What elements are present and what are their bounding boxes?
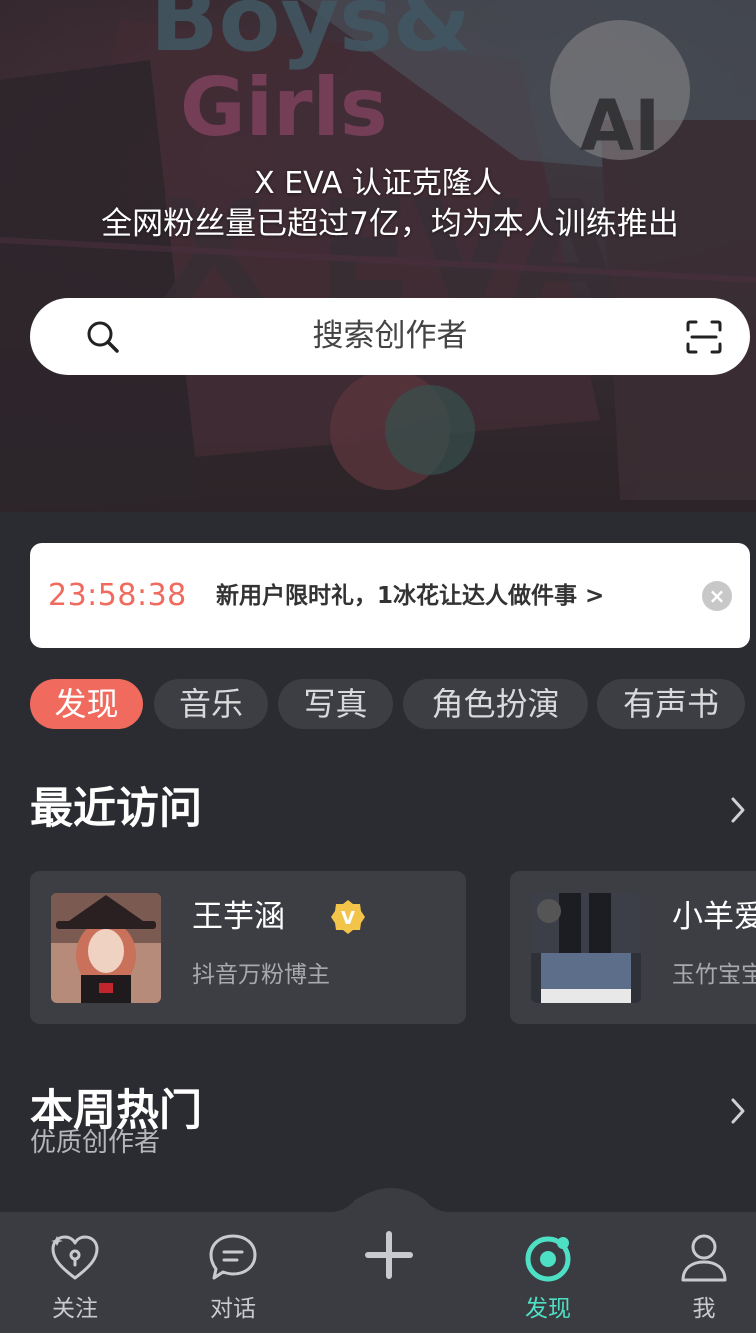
avatar (531, 893, 641, 1003)
user-icon (681, 1234, 727, 1282)
hero-subtitle: 全网粉丝量已超过7亿，均为本人训练推出 (101, 206, 679, 242)
nav-follow[interactable]: 关注 (25, 1232, 125, 1328)
countdown-timer: 23:58:38 (48, 578, 187, 613)
verified-badge-icon: V (331, 900, 365, 934)
nav-me[interactable]: 我 (654, 1232, 754, 1328)
category-tabs: 发现 音乐 写真 角色扮演 有声书 (30, 679, 756, 729)
tab-roleplay[interactable]: 角色扮演 (403, 679, 588, 729)
promo-banner[interactable]: 23:58:38 新用户限时礼，1冰花让达人做件事 > × (30, 543, 750, 648)
bottom-nav: 关注 对话 发现 我 (0, 1186, 756, 1333)
avatar (51, 893, 161, 1003)
discover-icon (525, 1236, 571, 1282)
promo-text[interactable]: 新用户限时礼，1冰花让达人做件事 > (216, 579, 604, 613)
scan-icon[interactable] (686, 320, 722, 354)
creator-name: 小羊爱 (672, 899, 756, 935)
chat-bubble-icon (209, 1234, 257, 1280)
chevron-right-icon[interactable] (728, 1096, 748, 1126)
tab-music[interactable]: 音乐 (154, 679, 268, 729)
recent-card[interactable]: 王芋涵 V 抖音万粉博主 (30, 871, 466, 1024)
hero-title: X EVA 认证克隆人 (254, 166, 502, 201)
hero-overlay (0, 0, 756, 512)
recent-section-title: 最近访问 (30, 784, 202, 834)
hero-banner[interactable]: Boys& Girls AI X EVA X EVA 认证克隆人 全网粉丝量已超… (0, 0, 756, 512)
search-bar[interactable]: 搜索创作者 (30, 298, 750, 375)
close-icon[interactable]: × (702, 581, 732, 611)
nav-label: 发现 (525, 1296, 571, 1322)
nav-label: 关注 (52, 1296, 98, 1322)
tab-photo[interactable]: 写真 (278, 679, 393, 729)
nav-discover[interactable]: 发现 (498, 1232, 598, 1328)
creator-desc: 抖音万粉博主 (192, 962, 330, 988)
nav-label: 对话 (210, 1296, 256, 1322)
nav-label: 我 (692, 1296, 716, 1322)
chevron-right-icon[interactable] (728, 795, 748, 825)
search-input[interactable]: 搜索创作者 (30, 316, 750, 356)
tab-discover[interactable]: 发现 (30, 679, 143, 729)
tab-audiobook[interactable]: 有声书 (597, 679, 745, 729)
heart-lock-icon (51, 1235, 99, 1280)
svg-text:V: V (341, 908, 355, 929)
weekly-section-subtitle: 优质创作者 (30, 1128, 161, 1158)
creator-name: 王芋涵 (192, 899, 285, 935)
nav-chat[interactable]: 对话 (183, 1232, 283, 1328)
creator-desc: 玉竹宝宝 (672, 962, 756, 988)
recent-card[interactable]: 小羊爱 玉竹宝宝 (510, 871, 756, 1024)
plus-icon[interactable] (356, 1222, 422, 1288)
